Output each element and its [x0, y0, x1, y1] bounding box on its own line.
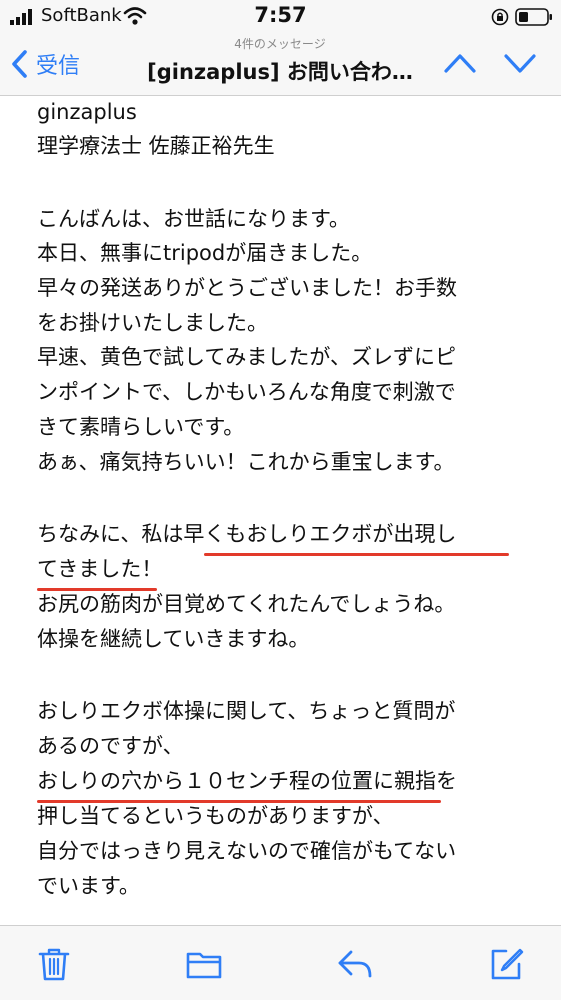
recipient-line: 理学療法士 佐藤正裕先生: [37, 134, 275, 158]
nav-title-group: 4件のメッセージ [ginzaplus] お問い合わ…: [130, 34, 430, 96]
navigation-bar: 受信 4件のメッセージ [ginzaplus] お問い合わ…: [0, 34, 561, 96]
reply-icon[interactable]: [337, 946, 373, 982]
body-line: おしりエクボ体操に関して、ちょっと質問が: [37, 699, 456, 723]
folder-icon[interactable]: [186, 946, 222, 982]
back-button-label: 受信: [36, 54, 81, 79]
body-line: 早速、黄色で試してみましたが、ズレずにピ: [37, 345, 456, 369]
back-button[interactable]: 受信: [10, 46, 80, 82]
body-line: 押し当てるというものがありますが、: [37, 804, 394, 828]
battery-icon: [515, 8, 552, 26]
body-line: こんばんは、お世話になります。: [37, 207, 350, 231]
highlight-underline: [204, 553, 509, 556]
previous-message-button[interactable]: [442, 50, 478, 76]
status-time: 7:57: [254, 3, 307, 27]
body-line: ンポイントで、しかもいろんな角度で刺激で: [37, 380, 456, 404]
body-line: お尻の筋肉が目覚めてくれたんでしょうね。: [37, 592, 456, 616]
bottom-toolbar: [0, 925, 561, 1000]
body-line: でいます。: [37, 874, 140, 898]
body-line: あるのですが、: [37, 734, 184, 758]
compose-icon[interactable]: [488, 946, 524, 982]
body-line: 本日、無事にtripodが届きました。: [37, 241, 373, 265]
body-line: おしりの穴から１０センチ程の位置に親指を: [37, 769, 457, 793]
body-line: 自分ではっきり見えないので確信がもてない: [37, 839, 457, 863]
sender-name: ginzaplus: [37, 100, 137, 124]
body-line: てきました！: [37, 557, 163, 581]
message-count: 4件のメッセージ: [234, 37, 326, 51]
rotation-lock-icon: [491, 8, 509, 26]
email-subject: [ginzaplus] お問い合わ…: [147, 60, 413, 84]
body-line: 体操を継続していきますね。: [37, 627, 310, 651]
body-line: をお掛けいたしました。: [37, 311, 268, 335]
next-message-button[interactable]: [502, 50, 538, 76]
email-body: ginzaplus 理学療法士 佐藤正裕先生 こんばんは、お世話になります。 本…: [0, 96, 561, 924]
body-line: ちなみに、私は早くもおしりエクボが出現し: [37, 522, 457, 546]
body-line: きて素晴らしいです。: [37, 415, 245, 439]
status-bar: SoftBank 7:57: [0, 0, 561, 34]
body-line: 早々の発送ありがとうございました！お手数: [37, 276, 457, 300]
chevron-left-icon: [12, 50, 27, 78]
body-line: あぁ、痛気持ちいい！これから重宝します。: [37, 450, 455, 474]
trash-icon[interactable]: [36, 946, 72, 982]
